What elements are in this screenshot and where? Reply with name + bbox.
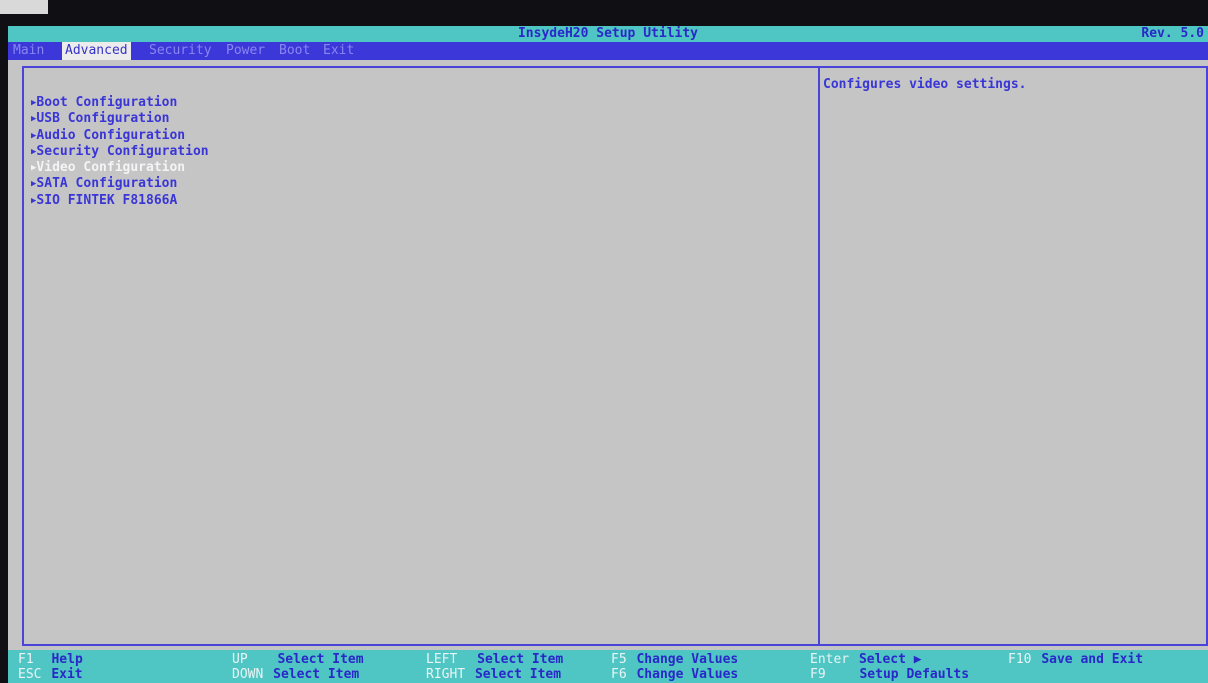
key-description: Select Item <box>277 652 364 667</box>
menu-item-sio-fintek[interactable]: ▶SIO FINTEK F81866A <box>31 193 209 209</box>
title-bar: InsydeH20 Setup Utility Rev. 5.0 <box>8 26 1208 42</box>
help-panel-frame <box>818 66 1208 646</box>
key-label: F6 <box>611 667 627 682</box>
tab-security[interactable]: Security <box>146 42 215 60</box>
key-legend-bar: F1 Help ESC Exit UP Select Item DOWN Sel… <box>8 650 1208 683</box>
key-label: LEFT <box>426 652 458 667</box>
menu-item-label: Audio Configuration <box>36 127 186 143</box>
key-label: DOWN <box>232 667 264 682</box>
menu-item-security-configuration[interactable]: ▶Security Configuration <box>31 144 209 160</box>
key-hint-f10: F10 Save and Exit <box>1008 652 1143 667</box>
key-hint-down: DOWN Select Item <box>232 667 359 682</box>
key-hint-f1: F1 Help <box>18 652 83 667</box>
key-hint-left: LEFT Select Item <box>426 652 563 667</box>
monitor-bezel <box>0 0 48 14</box>
menu-item-sata-configuration[interactable]: ▶SATA Configuration <box>31 176 209 192</box>
key-description: Select Item <box>273 667 360 682</box>
menu-item-audio-configuration[interactable]: ▶Audio Configuration <box>31 128 209 144</box>
tab-exit[interactable]: Exit <box>320 42 357 60</box>
menu-item-label: Security Configuration <box>36 143 209 159</box>
key-label: RIGHT <box>426 667 466 682</box>
key-description: Change Values <box>636 667 739 682</box>
key-description: Help <box>51 652 83 667</box>
advanced-menu-list: ▶Boot Configuration ▶USB Configuration ▶… <box>31 95 209 209</box>
key-hint-esc: ESC Exit <box>18 667 83 682</box>
key-label: UP <box>232 652 248 667</box>
key-label: Enter <box>810 652 850 667</box>
key-label: F9 <box>810 667 826 682</box>
key-hint-f9: F9 Setup Defaults <box>810 667 969 682</box>
key-hint-f5: F5 Change Values <box>611 652 738 667</box>
menu-item-label: SATA Configuration <box>36 176 178 192</box>
key-label: ESC <box>18 667 42 682</box>
menu-item-label: Video Configuration <box>36 160 186 176</box>
key-label: F5 <box>611 652 627 667</box>
key-description: Select Item <box>477 652 564 667</box>
key-description: Exit <box>51 667 83 682</box>
menu-item-usb-configuration[interactable]: ▶USB Configuration <box>31 111 209 127</box>
menu-item-label: USB Configuration <box>36 111 170 127</box>
key-label: F1 <box>18 652 34 667</box>
key-hint-up: UP Select Item <box>232 652 364 667</box>
app-title: InsydeH20 Setup Utility <box>517 26 698 41</box>
menu-item-boot-configuration[interactable]: ▶Boot Configuration <box>31 95 209 111</box>
tab-bar: Main Advanced Security Power Boot Exit <box>8 42 1208 60</box>
tab-boot[interactable]: Boot <box>276 42 313 60</box>
key-hint-enter: Enter Select ▶ <box>810 652 922 667</box>
item-help-text: Configures video settings. <box>823 77 1027 92</box>
key-description: Change Values <box>636 652 739 667</box>
menu-item-label: SIO FINTEK F81866A <box>36 192 178 208</box>
tab-advanced[interactable]: Advanced <box>62 42 131 60</box>
menu-item-video-configuration[interactable]: ▶Video Configuration <box>31 160 209 176</box>
tab-power[interactable]: Power <box>223 42 268 60</box>
key-description: Select ▶ <box>858 652 922 667</box>
key-description: Setup Defaults <box>859 667 970 682</box>
key-description: Save and Exit <box>1041 652 1144 667</box>
key-hint-f6: F6 Change Values <box>611 667 738 682</box>
key-description: Select Item <box>474 667 562 682</box>
key-label: F10 <box>1008 652 1032 667</box>
menu-item-label: Boot Configuration <box>36 95 178 110</box>
key-hint-right: RIGHT Select Item <box>426 667 561 682</box>
revision-label: Rev. 5.0 <box>1141 26 1204 41</box>
tab-main[interactable]: Main <box>10 42 47 60</box>
bios-screen: InsydeH20 Setup Utility Rev. 5.0 Main Ad… <box>0 0 1208 683</box>
